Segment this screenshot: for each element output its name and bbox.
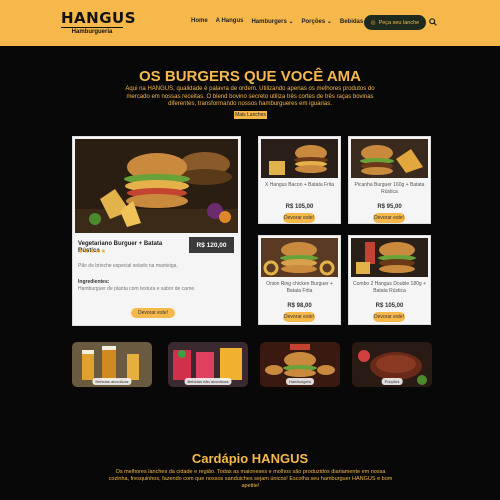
logo-text: HANGUS (61, 9, 137, 27)
featured-product-price: R$ 120,00 (189, 237, 234, 253)
product-card: Onion Ring chicken Burguer + Batata Frit… (258, 235, 341, 325)
rating-stars: ★★★★★ (78, 249, 107, 255)
order-button-label: Peça seu lanche (378, 19, 420, 26)
nav-porcoes[interactable]: Porções ⌄ (302, 18, 332, 25)
product-card: X Hangus Bacon + Batata Frita R$ 105,00 … (258, 136, 341, 224)
product-name: Onion Ring chicken Burguer + Batata Frit… (266, 281, 333, 294)
logo-subtitle: Hamburgueria (61, 27, 123, 35)
product-price: R$ 95,00 (377, 204, 402, 210)
nav-hamburgers[interactable]: Hamburgers ⌄ (251, 18, 293, 25)
category-label: Bebidas alcoolicas (92, 378, 132, 385)
order-product-button[interactable]: Devorar este! (283, 312, 315, 322)
category-tile-porcoes[interactable]: Porções (352, 342, 432, 387)
section-title: OS BURGERS QUE VOCÊ AMA (139, 68, 361, 85)
featured-product-desc: Pão de brioche especial selado na mantei… (78, 263, 178, 269)
order-featured-button[interactable]: Devorar este! (131, 308, 175, 318)
order-product-button[interactable]: Devorar este! (283, 213, 315, 223)
product-price: R$ 105,00 (375, 303, 404, 309)
product-name: X Hangus Bacon + Batata Frita (264, 182, 335, 188)
section-intro: Aqui na HANGUS, qualidade é palavra de o… (125, 86, 375, 107)
more-burgers-button[interactable]: Mais Lanches (234, 111, 267, 119)
product-image (261, 238, 338, 277)
product-image (261, 139, 338, 178)
ingredients-text: Hamburguer de planta com textura e sabor… (78, 286, 195, 292)
whatsapp-icon: ◎ (370, 19, 376, 26)
order-product-button[interactable]: Devorar este! (373, 312, 405, 322)
featured-product-image (75, 139, 238, 233)
order-button[interactable]: ◎ Peça seu lanche (364, 15, 426, 30)
category-label: Hamburgers (285, 378, 315, 385)
product-name: Combo 2 Hangus Double 180g + Batata Rúst… (353, 281, 426, 294)
category-tile-bebidas-alcoolicas[interactable]: Bebidas alcoolicas (72, 342, 152, 387)
logo[interactable]: HANGUS Hamburgueria (61, 9, 137, 35)
ingredients-label: Ingredientes: (78, 279, 110, 285)
product-image (351, 238, 428, 277)
category-label: Bebidas não alcoolicas (184, 378, 232, 385)
product-price: R$ 98,00 (287, 303, 312, 309)
category-label: Porções (381, 378, 403, 385)
featured-product-card: Vegetariano Burguer + Batata Rústica ★★★… (72, 136, 241, 326)
menu-intro: Os melhores lanches da cidade e região. … (108, 469, 393, 489)
product-name: Picanha Burguer 160g + Batata Rústica (354, 182, 425, 195)
product-card: Combo 2 Hangus Double 180g + Batata Rúst… (348, 235, 431, 325)
nav-about[interactable]: A Hangus (216, 18, 244, 25)
product-card: Picanha Burguer 160g + Batata Rústica R$… (348, 136, 431, 224)
nav-home[interactable]: Home (191, 18, 208, 25)
category-tile-hamburgers[interactable]: Hamburgers (260, 342, 340, 387)
product-price: R$ 105,00 (285, 204, 314, 210)
site-header: HANGUS Hamburgueria Home A Hangus Hambur… (0, 0, 500, 46)
menu-title: Cardápio HANGUS (191, 451, 309, 466)
product-image (351, 139, 428, 178)
main-nav: Home A Hangus Hamburgers ⌄ Porções ⌄ Beb… (191, 18, 370, 25)
search-icon[interactable] (429, 18, 437, 26)
category-tile-bebidas-nao-alcoolicas[interactable]: Bebidas não alcoolicas (168, 342, 248, 387)
order-product-button[interactable]: Devorar este! (373, 213, 405, 223)
